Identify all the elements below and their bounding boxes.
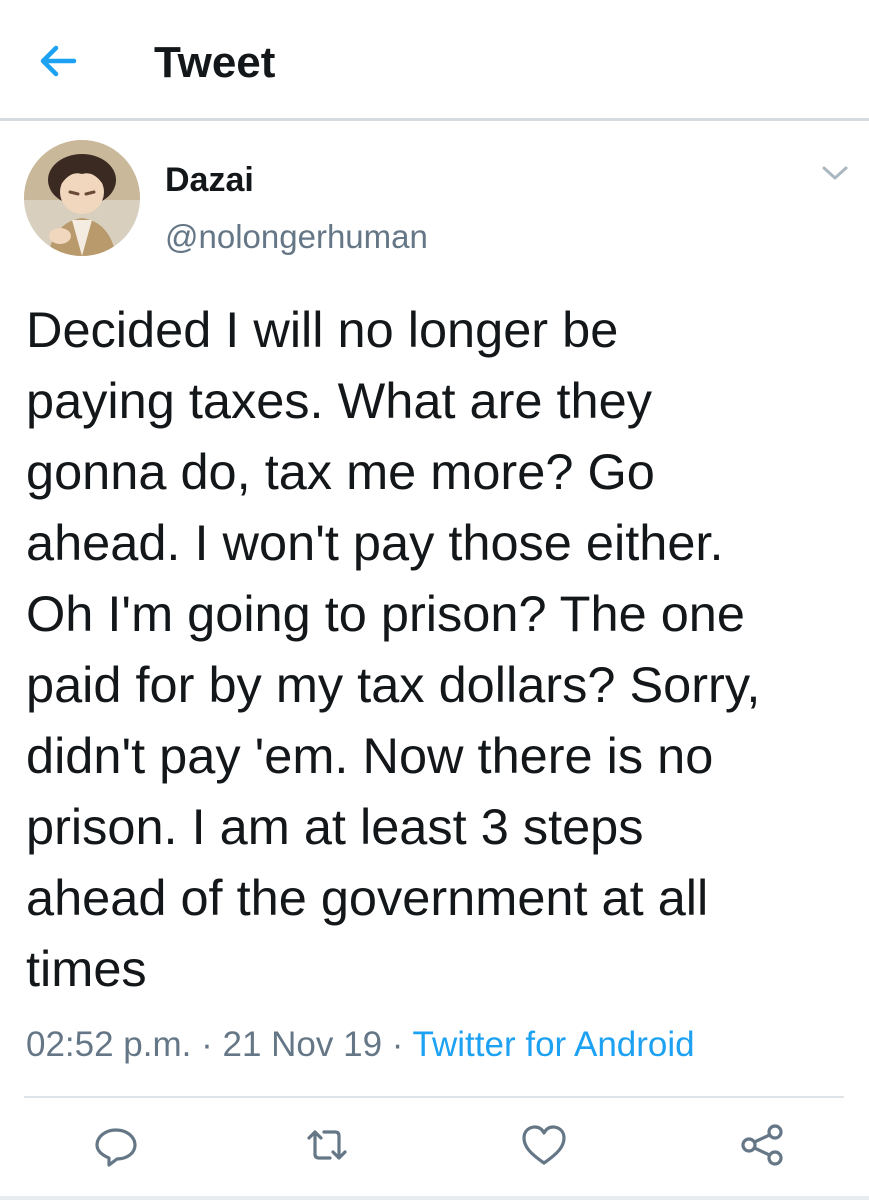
share-button[interactable] — [735, 1118, 789, 1172]
tweet-text: Decided I will no longer be paying taxes… — [26, 301, 761, 997]
like-button[interactable] — [517, 1118, 571, 1172]
reply-button[interactable] — [89, 1118, 143, 1172]
display-name[interactable]: Dazai — [165, 160, 254, 200]
retweet-button[interactable] — [300, 1118, 354, 1172]
retweet-icon — [307, 1130, 347, 1160]
user-handle[interactable]: @nolongerhuman — [165, 217, 428, 257]
chevron-down-icon — [822, 166, 848, 180]
avatar[interactable] — [24, 140, 140, 256]
tweet-time: 02:52 p.m. — [26, 1025, 192, 1064]
bottom-divider — [0, 1196, 869, 1200]
back-button[interactable] — [36, 40, 84, 82]
page-title: Tweet — [154, 38, 276, 87]
reply-icon — [95, 1128, 137, 1167]
meta-separator: · — [191, 1025, 223, 1064]
tweet-source-link[interactable]: Twitter for Android — [413, 1025, 695, 1064]
tweet-meta: 02:52 p.m. · 21 Nov 19 · Twitter for And… — [26, 1022, 695, 1068]
actions-divider — [24, 1096, 844, 1098]
avatar-image — [24, 140, 140, 256]
share-icon — [741, 1124, 783, 1166]
meta-separator: · — [382, 1025, 413, 1064]
top-bar: Tweet — [0, 0, 869, 118]
more-options-button[interactable] — [818, 160, 852, 188]
tweet-date: 21 Nov 19 — [222, 1025, 383, 1064]
header-divider — [0, 118, 869, 121]
arrow-left-icon — [40, 45, 77, 77]
heart-icon — [522, 1125, 566, 1165]
